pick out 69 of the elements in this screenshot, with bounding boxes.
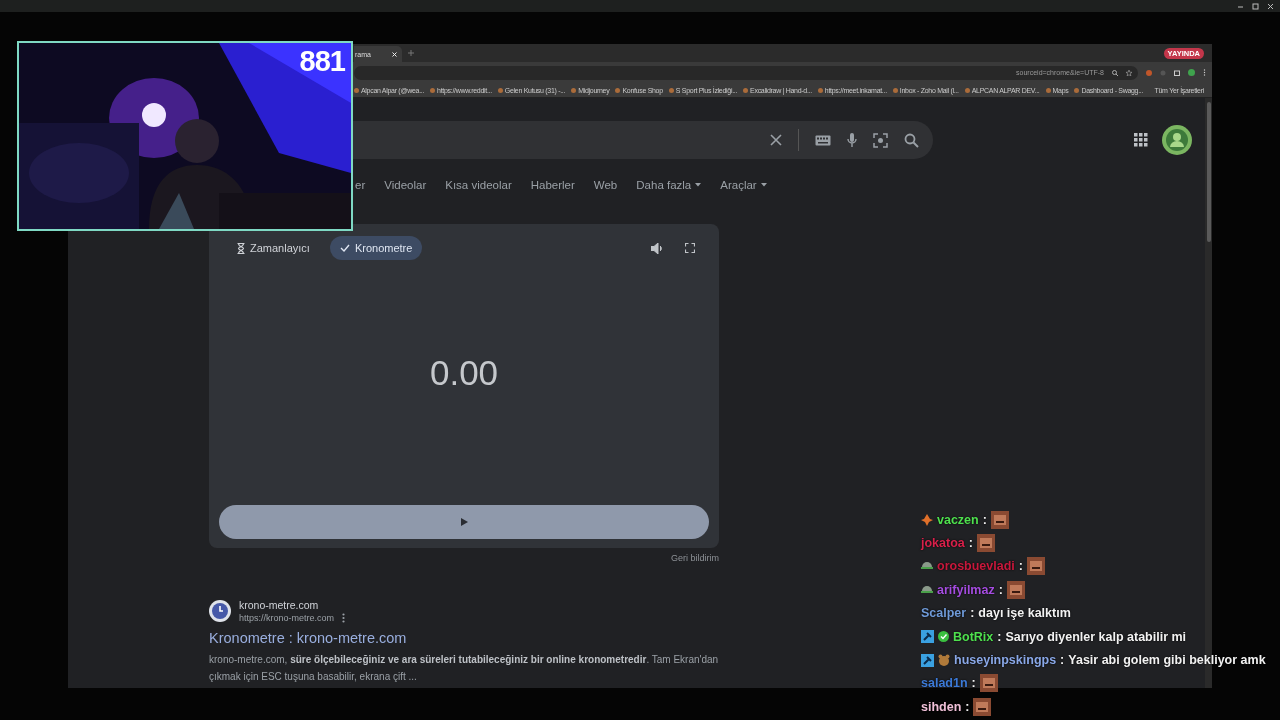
hourglass-icon	[237, 242, 245, 254]
chat-message: dayı işe kalktım	[978, 606, 1071, 621]
verified-badge-icon	[938, 631, 949, 643]
clear-icon	[770, 134, 782, 146]
chat-username: BotRix	[953, 629, 994, 644]
chat-username: salad1n	[921, 676, 968, 691]
viewer-counter: 881	[299, 45, 345, 78]
close-icon	[392, 51, 397, 57]
colon-separator: :	[971, 676, 976, 691]
result-title-link[interactable]: Kronometre : krono-metre.com	[209, 630, 407, 646]
search-icon	[1112, 69, 1118, 76]
chat-username: vaczen	[937, 512, 979, 527]
extension-icon	[1160, 69, 1166, 76]
search-tab[interactable]: Web	[593, 179, 618, 191]
colon-separator: :	[1018, 559, 1023, 574]
chat-username: sihden	[921, 699, 962, 714]
maximize-icon	[1252, 2, 1259, 10]
feedback-link[interactable]: Geri bildirim	[671, 553, 719, 563]
search-tab[interactable]: Araçlar	[720, 179, 767, 191]
chat-username: jokatoa	[921, 536, 965, 551]
flame-badge-icon	[921, 513, 933, 526]
mode-tab[interactable]: Zamanlayıcı	[227, 236, 320, 260]
more-icon[interactable]	[342, 613, 346, 623]
menu-icon	[1203, 69, 1206, 76]
keyboard-icon	[815, 134, 831, 146]
helmet-badge-icon	[921, 583, 933, 596]
chat-username: arifyilmaz	[937, 582, 995, 597]
chat-username: orosbuevladi	[937, 559, 1015, 574]
profile-icon	[1188, 69, 1195, 76]
clock-icon	[209, 600, 231, 622]
colon-separator: :	[970, 606, 975, 621]
chat-message: Sarıyo diyenler kalp atabilir mi	[1005, 629, 1187, 644]
search-tab[interactable]: Kısa videolar	[445, 179, 512, 191]
fullscreen-icon[interactable]	[685, 242, 695, 253]
bear-badge-icon	[938, 654, 950, 667]
colon-separator: :	[998, 582, 1003, 597]
search-icon	[904, 132, 919, 148]
site-url: https://krono-metre.com	[239, 613, 335, 623]
colon-separator: :	[997, 629, 1002, 644]
mode-tab[interactable]: Kronometre	[329, 236, 423, 260]
colon-separator: :	[965, 699, 970, 714]
chat-username: Scalper	[921, 606, 967, 621]
camera-icon	[873, 132, 888, 148]
start-button[interactable]	[219, 505, 709, 539]
caret-icon	[695, 183, 702, 187]
new-tab-icon	[408, 50, 414, 56]
chat-message: Yasir abi golem gibi bekliyor amk	[1068, 653, 1266, 668]
extension-icon	[1146, 69, 1152, 76]
search-tab[interactable]: Haberler	[530, 179, 575, 191]
search-tab[interactable]: Videolar	[384, 179, 427, 191]
site-name: krono-metre.com	[239, 599, 320, 611]
star-icon	[1126, 69, 1132, 76]
colon-separator: :	[982, 512, 987, 527]
stopwatch-reading: 0.00	[429, 352, 499, 393]
speaker-icon[interactable]	[651, 242, 663, 254]
caret-icon	[760, 183, 767, 187]
result-snippet: krono-metre.com, süre ölçebileceğiniz ve ara süreleri tutabileceğiniz bir online kronometredir. Tam Ekran'dan çıkmak için ESC tuşuna basabilir, ekrana çift ...	[209, 653, 720, 684]
search-tab[interactable]: Daha fazla	[636, 179, 702, 191]
chat-username: huseyinpskingps	[954, 653, 1057, 668]
hammer-badge-icon	[921, 630, 934, 644]
close-icon	[1267, 2, 1274, 10]
avatar-icon[interactable]	[1162, 125, 1192, 155]
microphone-icon	[847, 132, 857, 148]
play-icon	[460, 518, 468, 526]
check-icon	[339, 244, 350, 252]
colon-separator: :	[1060, 653, 1065, 668]
search-tab[interactable]: er	[355, 179, 366, 191]
colon-separator: :	[968, 536, 973, 551]
apps-grid-icon[interactable]	[1134, 133, 1148, 147]
